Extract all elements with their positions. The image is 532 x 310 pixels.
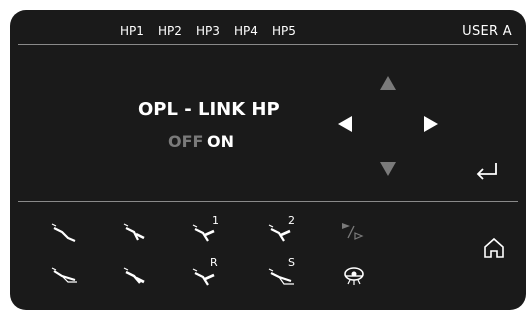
tool-sub-label: 2 xyxy=(288,214,295,227)
tool-sub-label: 1 xyxy=(212,214,219,227)
left-arrow-icon[interactable] xyxy=(338,116,352,132)
enter-icon[interactable] xyxy=(472,160,502,188)
tab-hp2[interactable]: HP2 xyxy=(158,24,182,38)
tab-hp3[interactable]: HP3 xyxy=(196,24,220,38)
tool-sub-label: R xyxy=(210,256,218,269)
play-toggle-icon[interactable] xyxy=(340,220,370,244)
instrument-handpiece-icon[interactable] xyxy=(50,222,80,246)
tools-divider xyxy=(18,201,518,202)
instrument-handpiece-icon[interactable]: 1 xyxy=(190,214,226,242)
instrument-handpiece-icon[interactable]: 2 xyxy=(266,214,302,242)
tool-sub-label: S xyxy=(288,256,295,269)
tab-hp4[interactable]: HP4 xyxy=(234,24,258,38)
right-arrow-icon[interactable] xyxy=(424,116,438,132)
instrument-handpiece-icon[interactable]: S xyxy=(266,256,302,285)
header-bar: HP1 HP2 HP3 HP4 HP5 USER A xyxy=(10,10,526,54)
tab-hp1[interactable]: HP1 xyxy=(120,24,144,38)
off-option[interactable]: OFF xyxy=(168,132,203,151)
control-panel: HP1 HP2 HP3 HP4 HP5 USER A OPL - LINK HP… xyxy=(10,10,526,310)
tab-hp5[interactable]: HP5 xyxy=(272,24,296,38)
instrument-handpiece-icon[interactable] xyxy=(122,266,152,290)
instrument-handpiece-icon[interactable]: R xyxy=(190,256,226,286)
header-divider xyxy=(18,44,518,45)
home-icon[interactable] xyxy=(482,236,506,264)
page-title: OPL - LINK HP xyxy=(138,99,280,120)
on-option[interactable]: ON xyxy=(207,132,234,151)
instrument-handpiece-icon[interactable] xyxy=(122,222,152,246)
operating-light-icon[interactable] xyxy=(342,264,372,288)
up-arrow-icon[interactable] xyxy=(380,76,396,90)
instrument-handpiece-icon[interactable] xyxy=(50,266,80,290)
user-label[interactable]: USER A xyxy=(462,24,512,39)
down-arrow-icon[interactable] xyxy=(380,162,396,176)
